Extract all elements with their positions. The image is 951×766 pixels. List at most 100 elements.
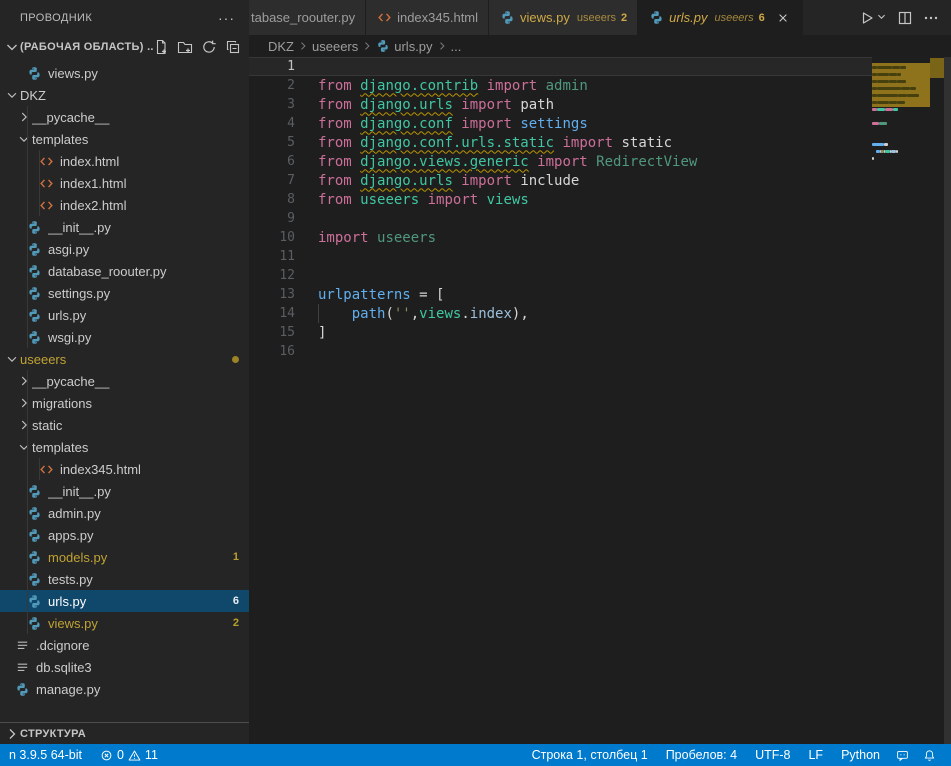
tab-views.py[interactable]: views.pyuseeers2 [489,0,638,35]
tree-item-db.sqlite3[interactable]: db.sqlite3 [0,656,249,678]
error-count: 0 [117,748,124,762]
code-line-4[interactable]: 4from django.conf import settings [249,114,872,133]
code-line-14[interactable]: 14 path('',views.index), [249,304,872,323]
tree-item-apps.py[interactable]: apps.py [0,524,249,546]
tree-item-urls.py[interactable]: urls.py [0,304,249,326]
chevron-right-icon[interactable] [16,395,32,411]
code-line-7[interactable]: 7from django.urls import include [249,171,872,190]
editor-scrollbar[interactable] [944,57,951,744]
minimap-line [910,87,916,90]
tree-item-wsgi.py[interactable]: wsgi.py [0,326,249,348]
tree-item-index1.html[interactable]: index1.html [0,172,249,194]
code-line-8[interactable]: 8from useeers import views [249,190,872,209]
new-file-icon[interactable] [153,39,169,55]
indent-guide [27,260,28,282]
tree-item-__init__.py[interactable]: __init__.py [0,216,249,238]
tree-item-index2.html[interactable]: index2.html [0,194,249,216]
tree-item-asgi.py[interactable]: asgi.py [0,238,249,260]
tree-item-admin.py[interactable]: admin.py [0,502,249,524]
close-tab-icon[interactable] [774,9,792,27]
scrollbar-thumb[interactable] [944,57,951,744]
tree-item-__pycache__[interactable]: __pycache__ [0,106,249,128]
tree-item-migrations[interactable]: migrations [0,392,249,414]
code-line-11[interactable]: 11 [249,247,872,266]
tree-item-urls.py[interactable]: urls.py6 [0,590,249,612]
run-dropdown-chevron-icon[interactable] [875,9,887,27]
line-number: 7 [249,173,295,188]
chevron-right-icon[interactable] [16,109,32,125]
eol-status[interactable]: LF [801,744,830,766]
breadcrumb-item-DKZ[interactable]: DKZ [268,39,294,54]
split-editor-button[interactable] [897,10,913,26]
code-line-3[interactable]: 3from django.urls import path [249,95,872,114]
refresh-icon[interactable] [201,39,217,55]
tree-item-label: useeers [20,352,226,367]
tree-item-templates[interactable]: templates [0,128,249,150]
collapse-folders-icon[interactable] [225,39,241,55]
code-line-12[interactable]: 12 [249,266,872,285]
breadcrumb-item-...[interactable]: ... [451,39,462,54]
tree-item-index.html[interactable]: index.html [0,150,249,172]
code-editor[interactable]: 12from django.contrib import admin3from … [249,57,951,744]
code-line-2[interactable]: 2from django.contrib import admin [249,76,872,95]
line-number: 5 [249,135,295,150]
breadcrumb-item-useeers[interactable]: useeers [312,39,358,54]
python-interpreter-status[interactable]: n 3.9.5 64-bit [2,744,89,766]
tree-item-__init__.py[interactable]: __init__.py [0,480,249,502]
feedback-icon[interactable] [891,744,914,766]
tree-item-models.py[interactable]: models.py1 [0,546,249,568]
tree-item-useeers[interactable]: useeers [0,348,249,370]
more-actions-icon[interactable] [923,10,939,26]
notifications-bell-icon[interactable] [918,744,941,766]
minimap[interactable] [872,57,930,744]
chevron-right-icon[interactable] [16,373,32,389]
new-folder-icon[interactable] [177,39,193,55]
code-line-13[interactable]: 13urlpatterns = [ [249,285,872,304]
tab-urls.py[interactable]: urls.pyuseeers6 [638,0,803,35]
encoding-status[interactable]: UTF-8 [748,744,797,766]
tree-item-database_roouter.py[interactable]: database_roouter.py [0,260,249,282]
workspace-section-header[interactable]: (РАБОЧАЯ ОБЛАСТЬ) ... [0,35,249,58]
problems-status[interactable]: 0 11 [93,744,165,766]
language-mode-status[interactable]: Python [834,744,887,766]
tree-item-index345.html[interactable]: index345.html [0,458,249,480]
tree-item-manage.py[interactable]: manage.py [0,678,249,700]
problems-badge: 6 [233,595,239,607]
code-line-15[interactable]: 15] [249,323,872,342]
code-line-6[interactable]: 6from django.views.generic import Redire… [249,152,872,171]
code-line-5[interactable]: 5from django.conf.urls.static import sta… [249,133,872,152]
chevron-down-icon[interactable] [4,87,20,103]
py-file-icon [26,285,42,301]
chevron-right-icon[interactable] [16,417,32,433]
code-line-1[interactable]: 1 [249,57,872,76]
run-python-file-button[interactable] [859,9,887,27]
py-file-icon [26,527,42,543]
tab-index345.html[interactable]: index345.html [366,0,489,35]
indentation-status[interactable]: Пробелов: 4 [659,744,744,766]
outline-section-header[interactable]: СТРУКТУРА [0,722,249,744]
tree-item-static[interactable]: static [0,414,249,436]
indent-guide [27,502,28,524]
indent-guide [27,414,28,436]
minimap-line [877,80,889,83]
tree-item-tests.py[interactable]: tests.py [0,568,249,590]
code-line-9[interactable]: 9 [249,209,872,228]
tree-item-views.py[interactable]: views.py [0,62,249,84]
code-line-16[interactable]: 16 [249,342,872,361]
chevron-down-icon[interactable] [16,131,32,147]
tree-item-templates[interactable]: templates [0,436,249,458]
code-line-10[interactable]: 10import useeers [249,228,872,247]
chevron-down-icon[interactable] [4,351,20,367]
tree-item-__pycache__[interactable]: __pycache__ [0,370,249,392]
tree-item-settings.py[interactable]: settings.py [0,282,249,304]
line-number: 11 [249,249,295,264]
tree-item-views.py[interactable]: views.py2 [0,612,249,634]
tree-item-.dcignore[interactable]: .dcignore [0,634,249,656]
tab-tabase_roouter.py[interactable]: tabase_roouter.py [249,0,366,35]
minimap-line [872,143,884,146]
explorer-more-actions-icon[interactable]: ··· [218,10,235,26]
cursor-position-status[interactable]: Строка 1, столбец 1 [525,744,655,766]
tree-item-DKZ[interactable]: DKZ [0,84,249,106]
chevron-down-icon[interactable] [16,439,32,455]
breadcrumb-item-urls.py[interactable]: urls.py [376,39,432,54]
